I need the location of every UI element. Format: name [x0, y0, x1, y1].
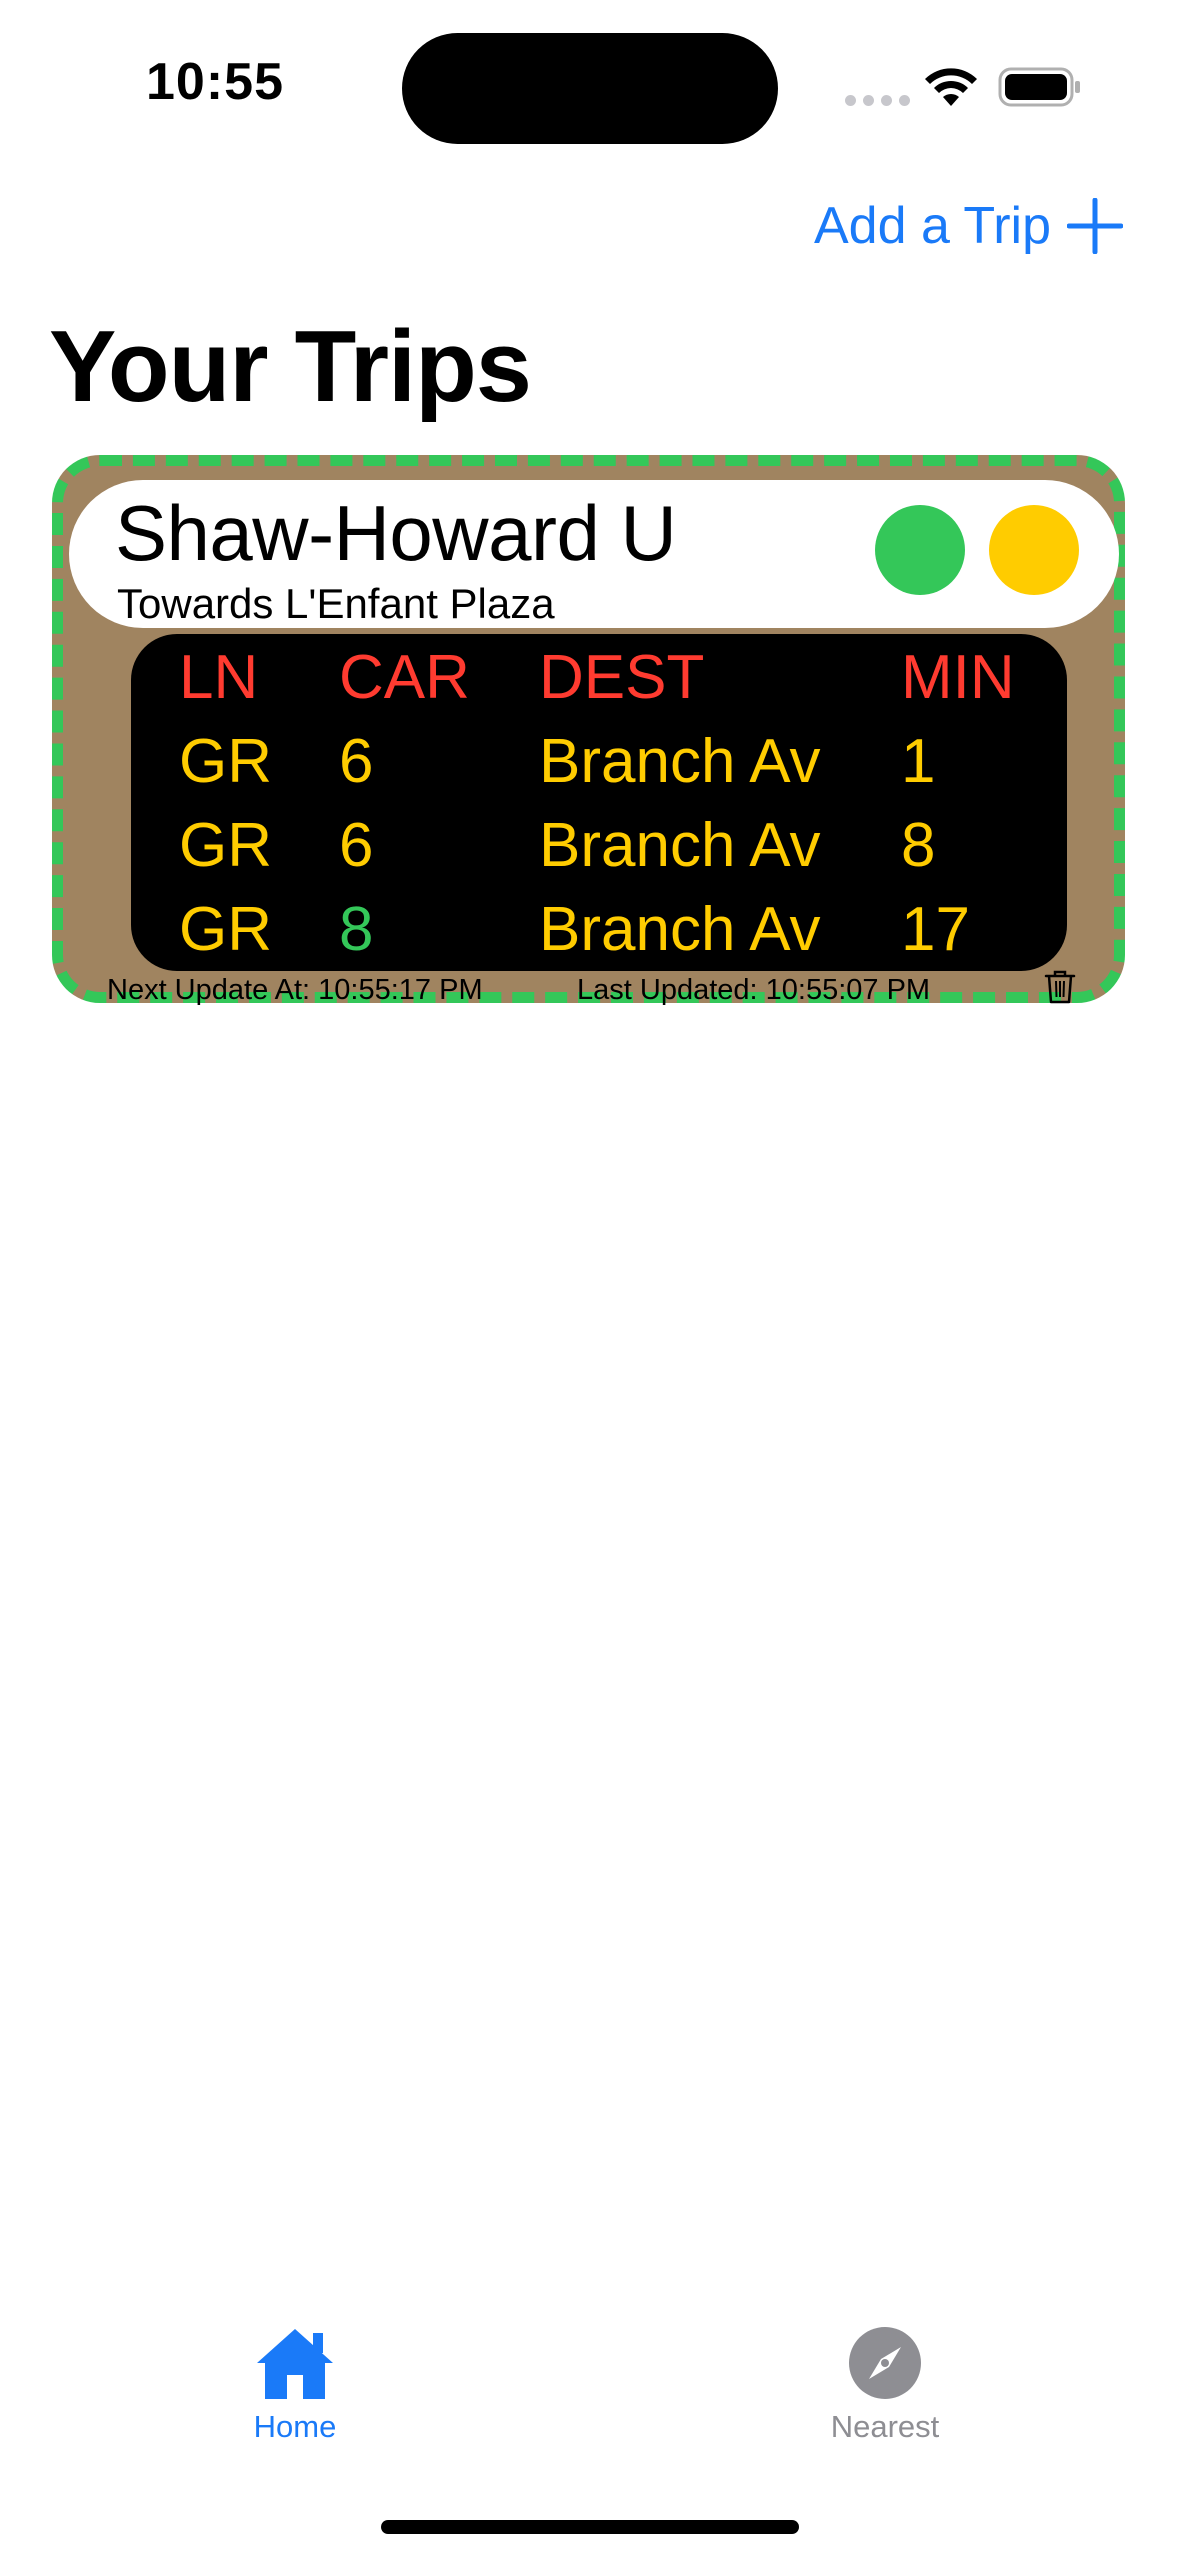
battery-icon [998, 67, 1080, 107]
home-icon [257, 2329, 333, 2399]
status-time: 10:55 [146, 53, 284, 111]
wifi-icon [925, 68, 977, 106]
dynamic-island [402, 33, 778, 144]
trash-icon[interactable] [1044, 969, 1076, 1005]
arrival-destination: Branch Av [539, 811, 821, 880]
arrival-row: GR 6 Branch Av 8 [131, 804, 1067, 888]
add-trip-button[interactable]: Add a Trip [814, 196, 1123, 256]
tab-nearest[interactable]: Nearest [785, 2325, 985, 2445]
cellular-signal-icon [845, 95, 910, 106]
next-update-time: Next Update At: 10:55:17 PM [107, 974, 483, 1006]
arrival-cars: 6 [339, 811, 374, 880]
arrival-cars: 6 [339, 727, 374, 796]
arrival-minutes: 1 [901, 727, 936, 796]
yellow-line-indicator [989, 505, 1079, 595]
compass-icon [849, 2327, 921, 2399]
tab-home-label: Home [253, 2409, 337, 2444]
station-direction: Towards L'Enfant Plaza [117, 580, 555, 627]
last-updated-time: Last Updated: 10:55:07 PM [577, 974, 931, 1006]
board-header-row: LN CAR DEST MIN [131, 636, 1067, 720]
arrival-destination: Branch Av [539, 895, 821, 964]
trip-card[interactable]: Shaw-Howard U Towards L'Enfant Plaza LN … [52, 455, 1125, 1006]
add-trip-label: Add a Trip [813, 197, 1051, 255]
station-header: Shaw-Howard U Towards L'Enfant Plaza [69, 480, 1119, 628]
tab-nearest-label: Nearest [830, 2409, 940, 2444]
station-name: Shaw-Howard U [115, 489, 677, 577]
plus-icon [1067, 198, 1123, 254]
page-title: Your Trips [49, 311, 532, 423]
arrival-row: GR 8 Branch Av 17 [131, 888, 1067, 972]
arrival-cars: 8 [339, 895, 374, 964]
home-indicator[interactable] [381, 2520, 799, 2534]
arrival-minutes: 17 [901, 895, 970, 964]
green-line-indicator [875, 505, 965, 595]
column-header-min: MIN [901, 643, 1015, 712]
column-header-dest: DEST [539, 643, 705, 712]
column-header-car: CAR [339, 643, 470, 712]
arrival-destination: Branch Av [539, 727, 821, 796]
tab-home[interactable]: Home [195, 2325, 395, 2445]
arrivals-board: LN CAR DEST MIN GR 6 Branch Av 1 GR 6 Br… [131, 634, 1067, 971]
column-header-ln: LN [179, 643, 259, 712]
arrival-row: GR 6 Branch Av 1 [131, 720, 1067, 804]
arrival-line: GR [179, 811, 272, 880]
arrival-line: GR [179, 727, 272, 796]
arrival-line: GR [179, 895, 272, 964]
arrival-minutes: 8 [901, 811, 936, 880]
